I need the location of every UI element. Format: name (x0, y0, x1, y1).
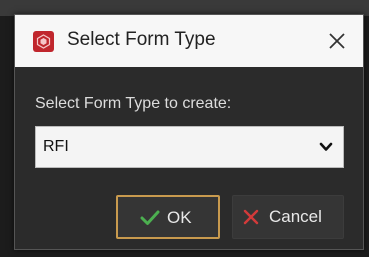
x-icon (243, 209, 259, 225)
cancel-button-label: Cancel (269, 207, 322, 226)
chevron-down-icon (319, 142, 333, 151)
select-form-type-dialog: Select Form Type Select Form Type to cre… (14, 14, 364, 250)
form-type-prompt-label: Select Form Type to create: (35, 95, 232, 112)
ok-button-label: OK (167, 208, 192, 227)
cancel-button[interactable]: Cancel (232, 195, 344, 239)
form-type-selected-value: RFI (43, 138, 69, 155)
close-icon (329, 33, 345, 49)
dialog-title: Select Form Type (67, 29, 216, 50)
ok-button[interactable]: OK (116, 195, 220, 239)
dialog-titlebar: Select Form Type (15, 15, 363, 67)
dialog-body: Select Form Type to create: RFI OK Cance… (15, 67, 363, 249)
checkmark-icon (140, 210, 160, 225)
app-logo-icon (33, 31, 54, 52)
close-button[interactable] (325, 29, 349, 53)
form-type-dropdown[interactable]: RFI (35, 126, 344, 168)
